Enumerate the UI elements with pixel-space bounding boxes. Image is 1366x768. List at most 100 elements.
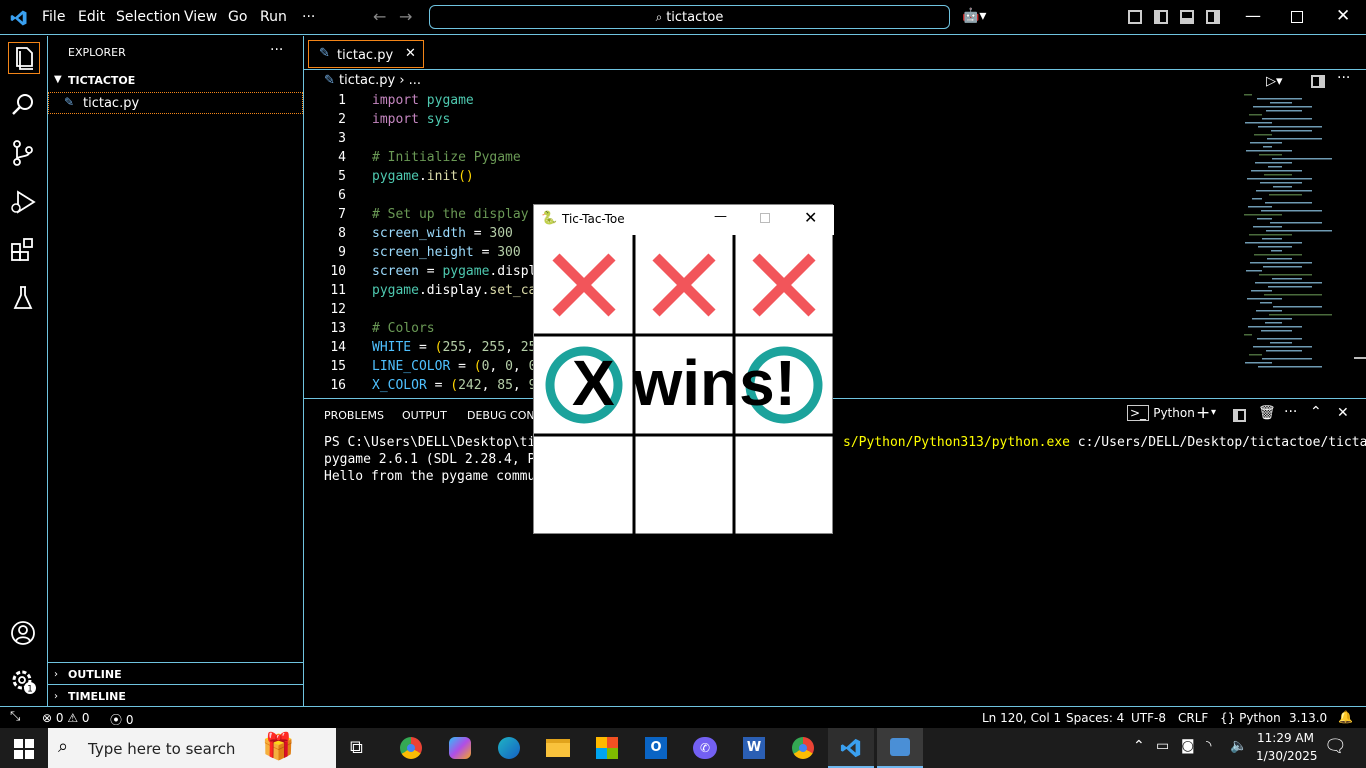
python-version[interactable]: 3.13.0 bbox=[1289, 711, 1327, 725]
outlook-icon[interactable]: O bbox=[645, 737, 667, 759]
toggle-panel-icon[interactable] bbox=[1180, 10, 1194, 24]
menu-selection[interactable]: Selection bbox=[116, 9, 181, 25]
code-line[interactable]: # Colors bbox=[372, 321, 435, 336]
editor-more-icon[interactable]: ··· bbox=[1337, 70, 1350, 86]
breadcrumb-more[interactable]: ... bbox=[409, 73, 421, 88]
chrome-profile-icon[interactable] bbox=[792, 737, 814, 759]
menu-more[interactable]: ··· bbox=[302, 9, 315, 25]
tab-tictac[interactable]: ✎ tictac.py ✕ bbox=[308, 40, 424, 68]
toggle-secondary-sidebar-icon[interactable] bbox=[1206, 10, 1220, 24]
manage-gear-icon[interactable]: 1 bbox=[8, 666, 40, 698]
terminal-selector[interactable]: >_ Python bbox=[1127, 405, 1195, 426]
code-line[interactable]: screen_height = 300 bbox=[372, 245, 521, 260]
minimap[interactable] bbox=[1238, 90, 1362, 370]
language-mode[interactable]: {} Python bbox=[1220, 711, 1281, 725]
code-line[interactable]: LINE_COLOR = (0, 0, 0 bbox=[372, 359, 536, 374]
toggle-sidebar-icon[interactable] bbox=[1154, 10, 1168, 24]
timeline-section[interactable]: › TIMELINE bbox=[48, 684, 303, 706]
code-token: 300 bbox=[497, 245, 521, 260]
code-line[interactable]: import sys bbox=[372, 112, 450, 127]
cursor-position[interactable]: Ln 120, Col 1 bbox=[982, 711, 1061, 725]
vscode-taskbar-icon[interactable] bbox=[828, 728, 874, 768]
close-window-icon[interactable]: ✕ bbox=[1336, 6, 1350, 26]
clock-time[interactable]: 11:29 AM bbox=[1257, 731, 1314, 745]
maximize-panel-icon[interactable]: ⌃ bbox=[1310, 404, 1322, 420]
breadcrumb-file[interactable]: tictac.py bbox=[339, 73, 395, 88]
outline-section[interactable]: › OUTLINE bbox=[48, 662, 303, 684]
tab-output[interactable]: OUTPUT bbox=[402, 409, 447, 422]
code-line[interactable]: X_COLOR = (242, 85, 9 bbox=[372, 378, 536, 393]
menu-go[interactable]: Go bbox=[228, 9, 247, 25]
tab-debug-console[interactable]: DEBUG CONS bbox=[467, 409, 542, 422]
menu-run[interactable]: Run bbox=[260, 9, 287, 25]
volume-icon[interactable]: 🔈 bbox=[1230, 738, 1247, 754]
battery-icon[interactable]: ▭ bbox=[1156, 738, 1169, 754]
word-icon[interactable]: W bbox=[743, 737, 765, 759]
game-maximize-icon[interactable] bbox=[760, 213, 770, 223]
line-ending[interactable]: CRLF bbox=[1178, 711, 1208, 725]
code-line[interactable]: pygame.display.set_ca bbox=[372, 283, 536, 298]
problems-status[interactable]: ⊗ 0 ⚠ 0 bbox=[42, 711, 90, 725]
extensions-icon[interactable] bbox=[8, 234, 40, 266]
menu-edit[interactable]: Edit bbox=[78, 9, 105, 25]
close-panel-icon[interactable]: ✕ bbox=[1337, 405, 1349, 421]
menu-file[interactable]: File bbox=[42, 9, 65, 25]
game-minimize-icon[interactable]: — bbox=[714, 209, 727, 224]
encoding[interactable]: UTF-8 bbox=[1131, 711, 1166, 725]
code-line[interactable]: screen_width = 300 bbox=[372, 226, 513, 241]
menu-view[interactable]: View bbox=[184, 9, 217, 25]
restore-icon[interactable] bbox=[1291, 11, 1303, 23]
code-line[interactable]: pygame.init() bbox=[372, 169, 474, 184]
split-editor-icon[interactable] bbox=[1311, 75, 1325, 88]
viber-icon[interactable]: ✆ bbox=[693, 737, 717, 759]
chrome-icon[interactable] bbox=[400, 737, 422, 759]
search-view-icon[interactable] bbox=[8, 90, 40, 122]
windows-start-icon[interactable] bbox=[14, 739, 34, 759]
panel-more-icon[interactable]: ··· bbox=[1284, 404, 1297, 420]
copilot-icon[interactable]: 🤖▾ bbox=[962, 8, 986, 24]
forward-arrow-icon[interactable]: → bbox=[399, 7, 412, 26]
back-arrow-icon[interactable]: ← bbox=[373, 7, 386, 26]
tab-problems[interactable]: PROBLEMS bbox=[324, 409, 384, 422]
testing-icon[interactable] bbox=[8, 282, 40, 314]
close-tab-icon[interactable]: ✕ bbox=[405, 46, 416, 61]
game-close-icon[interactable]: ✕ bbox=[804, 208, 817, 227]
code-line[interactable]: WHITE = (255, 255, 25 bbox=[372, 340, 536, 355]
wifi-icon[interactable]: ◝ bbox=[1206, 738, 1211, 754]
notification-center-icon[interactable]: 🗨 bbox=[1324, 736, 1347, 757]
kill-terminal-icon[interactable]: 🗑 bbox=[1258, 405, 1276, 421]
scrollbar-thumb[interactable] bbox=[1354, 357, 1366, 359]
camera-icon[interactable]: ◙ bbox=[1181, 738, 1195, 754]
code-token: screen_width bbox=[372, 226, 466, 241]
indentation[interactable]: Spaces: 4 bbox=[1066, 711, 1124, 725]
file-item-tictac[interactable]: ✎ tictac.py bbox=[48, 92, 303, 114]
file-explorer-icon[interactable] bbox=[546, 739, 570, 757]
more-actions-icon[interactable]: ··· bbox=[270, 42, 283, 58]
notifications-icon[interactable]: 🔔 bbox=[1338, 710, 1353, 724]
run-python-icon[interactable]: ▷▾ bbox=[1266, 74, 1292, 89]
copilot-app-icon[interactable] bbox=[449, 737, 471, 759]
chevron-up-icon[interactable]: ⌃ bbox=[1133, 738, 1145, 754]
ports-status[interactable]: ⦿ 0 bbox=[110, 711, 133, 728]
accounts-icon[interactable] bbox=[8, 618, 40, 650]
code-line[interactable]: # Initialize Pygame bbox=[372, 150, 521, 165]
code-line[interactable]: # Set up the display bbox=[372, 207, 529, 222]
task-view-icon[interactable]: ⧉ bbox=[350, 737, 363, 758]
split-terminal-icon[interactable] bbox=[1233, 409, 1246, 422]
pygame-taskbar-icon[interactable] bbox=[877, 728, 923, 768]
toggle-layout-icon[interactable] bbox=[1128, 10, 1142, 24]
source-control-icon[interactable] bbox=[8, 138, 40, 170]
taskbar-search-box[interactable]: ⌕ Type here to search 🎁 bbox=[48, 728, 336, 768]
minimize-icon[interactable]: — bbox=[1245, 6, 1261, 25]
command-search-box[interactable]: ⌕ tictactoe bbox=[429, 5, 950, 29]
chevron-down-icon[interactable]: ▾ bbox=[1211, 407, 1216, 418]
run-debug-icon[interactable] bbox=[8, 186, 40, 218]
store-icon[interactable] bbox=[596, 737, 618, 759]
edge-icon[interactable] bbox=[498, 737, 520, 759]
remote-icon[interactable]: ⤡ bbox=[10, 709, 20, 724]
new-terminal-icon[interactable]: + bbox=[1196, 403, 1210, 423]
folder-header[interactable]: ▼ TICTACTOE bbox=[48, 70, 303, 92]
explorer-icon[interactable] bbox=[8, 42, 40, 74]
code-line[interactable]: import pygame bbox=[372, 93, 474, 108]
clock-date[interactable]: 1/30/2025 bbox=[1256, 749, 1318, 763]
